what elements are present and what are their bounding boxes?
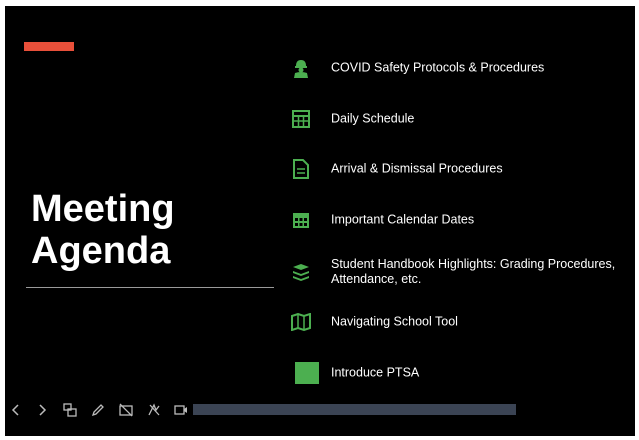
title-line-2: Agenda: [31, 230, 171, 272]
agenda-item-label: Arrival & Dismissal Procedures: [331, 161, 503, 176]
agenda-item-label: Daily Schedule: [331, 111, 415, 126]
slide-progress-bar[interactable]: [193, 404, 516, 415]
closed-caption-icon[interactable]: [118, 402, 134, 418]
slide-progress-fill: [193, 404, 516, 415]
agenda-item-label: Important Calendar Dates: [331, 212, 475, 227]
construction-worker-icon: [289, 56, 313, 80]
title-line-1: Meeting: [31, 188, 175, 230]
calendar-icon: [289, 208, 313, 232]
slides-overview-icon[interactable]: [62, 402, 78, 418]
green-square-icon: [295, 362, 319, 384]
map-icon: [289, 310, 313, 334]
presentation-viewer: Meeting Agenda COVID Safety Protocols & …: [0, 0, 639, 440]
agenda-item-label: COVID Safety Protocols & Procedures: [331, 60, 545, 75]
schedule-grid-icon: [289, 107, 313, 131]
book-stack-icon: [289, 260, 313, 284]
camera-icon[interactable]: [173, 402, 189, 418]
accent-bar: [24, 42, 74, 51]
agenda-item: Important Calendar Dates: [287, 202, 635, 238]
agenda-item: Student Handbook Highlights: Grading Pro…: [287, 254, 635, 290]
previous-icon[interactable]: [8, 402, 24, 418]
agenda-item: Arrival & Dismissal Procedures: [287, 151, 635, 187]
slide: Meeting Agenda COVID Safety Protocols & …: [5, 6, 635, 436]
agenda-item: COVID Safety Protocols & Procedures: [287, 50, 635, 86]
slide-title: Meeting Agenda: [31, 188, 175, 272]
agenda-item: Introduce PTSA: [287, 355, 635, 391]
agenda-item-label: Student Handbook Highlights: Grading Pro…: [331, 257, 616, 286]
agenda-item: Navigating School Tool: [287, 304, 635, 340]
presentation-toolbar: [0, 396, 639, 424]
title-divider: [26, 287, 274, 288]
agenda-item: Daily Schedule: [287, 101, 635, 137]
agenda-item-label: Navigating School Tool: [331, 314, 458, 329]
laser-pointer-icon[interactable]: [146, 402, 162, 418]
agenda-item-label: Introduce PTSA: [331, 365, 420, 380]
next-icon[interactable]: [34, 402, 50, 418]
pen-icon[interactable]: [90, 402, 106, 418]
document-icon: [289, 157, 313, 181]
